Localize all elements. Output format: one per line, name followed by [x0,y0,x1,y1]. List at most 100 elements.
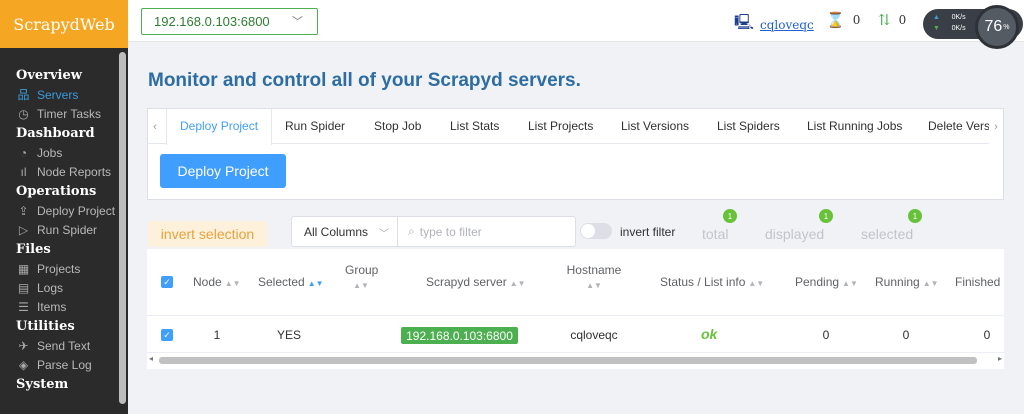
search-icon: ⌕ [408,224,415,238]
monitor-icon: 🖳 [734,13,755,31]
header-group[interactable]: Group ▲▼ [345,263,378,291]
scroll-left-icon[interactable]: ◂ [149,354,153,363]
tab-run-spider[interactable]: Run Spider [285,109,345,144]
operations-card: ‹ Deploy Project Run Spider Stop Job Lis… [147,108,1004,200]
total-label: total [702,226,729,242]
tab-list-running-jobs[interactable]: List Running Jobs [807,109,902,144]
user-link[interactable]: cqloveqc [760,18,814,32]
displayed-badge: 1 [819,209,833,223]
cell-finished: 0 [983,328,991,342]
upload-icon: ⇪ [18,204,29,218]
tab-list-spiders[interactable]: List Spiders [717,109,780,144]
row-checkbox[interactable]: ✓ [161,329,173,341]
sort-icon: ▲▼ [842,279,858,288]
chevron-down-icon: ﹀ [292,16,303,28]
sidebar-section-system: System [16,377,69,392]
sort-icon: ▲▼ [224,279,241,288]
scroll-right-icon[interactable]: ▸ [998,354,1002,363]
send-icon: ✈ [18,339,29,353]
header-hostname[interactable]: Hostname ▲▼ [566,263,622,291]
hourglass-icon: ⌛ [826,11,845,29]
sort-icon: ▲▼ [307,279,324,288]
page-title: Monitor and control all of your Scrapyd … [148,70,581,91]
table-scrollbar[interactable]: ◂ ▸ [147,354,1004,367]
sidebar-item-parse-log[interactable]: ◈ Parse Log [0,356,128,375]
app-logo[interactable]: ScrapydWeb [0,0,128,48]
invert-filter-label: invert filter [620,225,676,239]
header-selected[interactable]: Selected ▲▼ [258,275,324,289]
bars-icon: ıl [20,165,27,179]
header-pending[interactable]: Pending ▲▼ [795,275,858,289]
sidebar-item-items[interactable]: ☰ Items [0,298,128,317]
column-select[interactable]: All Columns ﹀ [291,216,398,247]
header-finished[interactable]: Finished [955,275,1000,289]
sidebar: ScrapydWeb Overview 品 Servers ◷ Timer Task… [0,0,128,414]
cell-node: 1 [213,328,221,342]
sitemap-icon: 品 [17,88,30,102]
user-info[interactable]: 🖳 cqloveqc [734,12,814,37]
sort-icon: ▲▼ [748,279,765,288]
tab-delete-version[interactable]: Delete Versi [928,109,993,144]
deploy-project-button[interactable]: Deploy Project [160,154,286,188]
cell-selected: YES [276,328,301,342]
selected-label: selected [861,226,914,242]
sidebar-item-logs[interactable]: ▤ Logs [0,279,128,298]
sort-icon: ▲▼ [353,281,369,290]
tab-stop-job[interactable]: Stop Job [374,109,421,144]
sidebar-section-overview: Overview [16,68,82,83]
tab-bar: ‹ Deploy Project Run Spider Stop Job Lis… [148,109,1003,145]
invert-filter-toggle[interactable] [580,223,612,239]
sidebar-item-send-text[interactable]: ✈ Send Text [0,337,128,356]
displayed-label: displayed [765,226,825,242]
sidebar-section-dashboard: Dashboard [16,126,95,141]
cell-running: 0 [902,328,910,342]
invert-selection-button[interactable]: invert selection [148,221,267,247]
cell-hostname: cqloveqc [570,328,618,342]
upload-arrow-icon: ▲ [933,14,940,21]
header-scrapyd-server[interactable]: Scrapyd server ▲▼ [426,275,526,289]
sort-icon: ▲▼ [509,279,526,288]
sidebar-item-servers[interactable]: 品 Servers [0,86,128,105]
compass-icon: ◈ [18,358,29,372]
pending-indicator[interactable]: ⌛ 0 [826,11,860,29]
transfer-indicator[interactable]: ⇅ 0 [878,11,906,29]
clock-icon: ◷ [18,107,29,121]
node-select[interactable]: 192.168.0.103:6800 ﹀ [141,8,318,35]
header-node[interactable]: Node ▲▼ [193,275,241,289]
sidebar-item-run-spider[interactable]: ▷ Run Spider [0,221,128,240]
cpu-gauge: 76% [975,5,1019,49]
sidebar-item-projects[interactable]: ▦ Projects [0,260,128,279]
total-badge: 1 [723,209,737,223]
sidebar-scrollbar[interactable] [119,52,126,404]
grid-icon: ▦ [17,262,30,276]
tab-list-versions[interactable]: List Versions [621,109,689,144]
sidebar-item-jobs[interactable]: ◔ Jobs [0,144,128,163]
header-status[interactable]: Status / List info ▲▼ [660,275,764,289]
tab-deploy-project[interactable]: Deploy Project [166,109,273,145]
sidebar-section-files: Files [16,242,51,257]
sidebar-item-deploy-project[interactable]: ⇪ Deploy Project [0,202,128,221]
select-all-checkbox[interactable]: ✓ [161,276,173,288]
tab-scroll-right-icon[interactable]: › [989,109,1003,144]
tab-scroll-left-icon[interactable]: ‹ [148,109,162,144]
sidebar-section-operations: Operations [16,184,97,199]
sort-icon: ▲▼ [922,279,939,288]
cell-status: ok [701,326,718,342]
sort-icon: ▲▼ [586,281,602,290]
sidebar-item-timer-tasks[interactable]: ◷ Timer Tasks [0,105,128,124]
tab-list-projects[interactable]: List Projects [528,109,593,144]
cell-server-tag[interactable]: 192.168.0.103:6800 [401,327,518,344]
servers-table: ✓ Node ▲▼ Selected ▲▼ Group ▲▼ Scrapyd serv… [147,249,1004,369]
header-running[interactable]: Running ▲▼ [875,275,939,289]
sidebar-item-node-reports[interactable]: ıl Node Reports [0,163,128,182]
gauge-icon: ◔ [19,146,28,160]
cell-pending: 0 [822,328,830,342]
tab-list-stats[interactable]: List Stats [450,109,499,144]
chevron-down-icon: ﹀ [379,229,389,240]
top-header: 192.168.0.103:6800 ﹀ 🖳 cqloveqc ⌛ 0 ⇅ 0 … [128,0,1024,42]
download-arrow-icon: ▼ [933,25,940,32]
list-icon: ☰ [18,300,29,314]
doc-icon: ▤ [17,281,30,295]
play-icon: ▷ [18,223,29,237]
filter-input[interactable]: ⌕ type to filter [397,216,576,247]
